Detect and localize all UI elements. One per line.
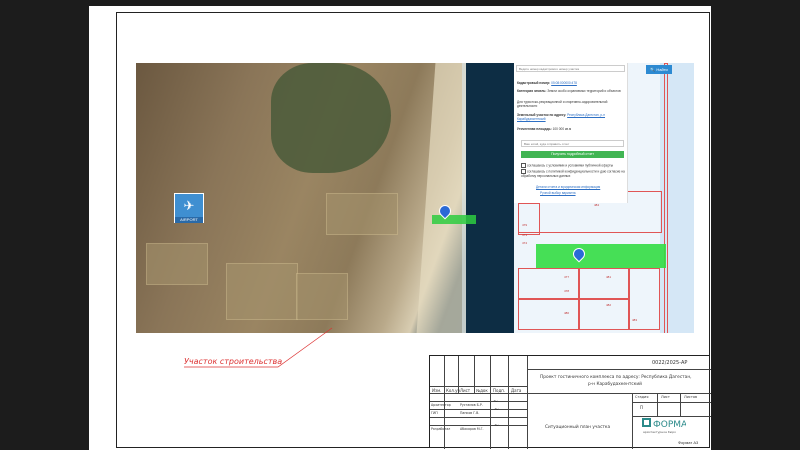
project-location: р-н Карабудахкентский xyxy=(588,382,642,387)
col-header: Подп. xyxy=(493,388,506,393)
person-name: Абакаров М.Г. xyxy=(460,427,484,431)
project-title: Проект гостиничного комплекса по адресу:… xyxy=(540,375,692,380)
signature: ~ xyxy=(494,406,500,413)
sheet-title: Ситуационный план участка xyxy=(545,425,611,430)
signature: ~ xyxy=(494,422,500,429)
format-label: Формат А3 xyxy=(678,440,699,445)
person-name: Рустамов Б.Р. xyxy=(460,403,483,407)
site-label: Участок строительства xyxy=(184,357,283,366)
col-header: Лист xyxy=(460,388,471,393)
document-code: 0022/2025-АР xyxy=(652,360,688,366)
col-header: Дата xyxy=(511,388,522,393)
person-name: Панков Г.В. xyxy=(460,411,480,415)
company-subtitle: архитектурное бюро xyxy=(643,430,676,434)
col-header: Изм. xyxy=(432,388,442,393)
person-role: Разработал xyxy=(431,427,451,431)
sheets-header: Листов xyxy=(684,395,698,399)
signature: ~ xyxy=(493,398,499,405)
person-role: ГИП xyxy=(431,411,438,415)
company-logo: ФОРМА архитектурное бюро xyxy=(642,418,686,434)
col-header: №док xyxy=(476,388,488,393)
sheet-header: Лист xyxy=(661,395,670,399)
stage-header: Стадия xyxy=(635,395,649,399)
person-role: Архитектор xyxy=(431,403,451,407)
col-header: Кол.уч xyxy=(446,388,460,393)
company-name: ФОРМА xyxy=(653,420,686,430)
stage-value: П xyxy=(640,405,644,410)
